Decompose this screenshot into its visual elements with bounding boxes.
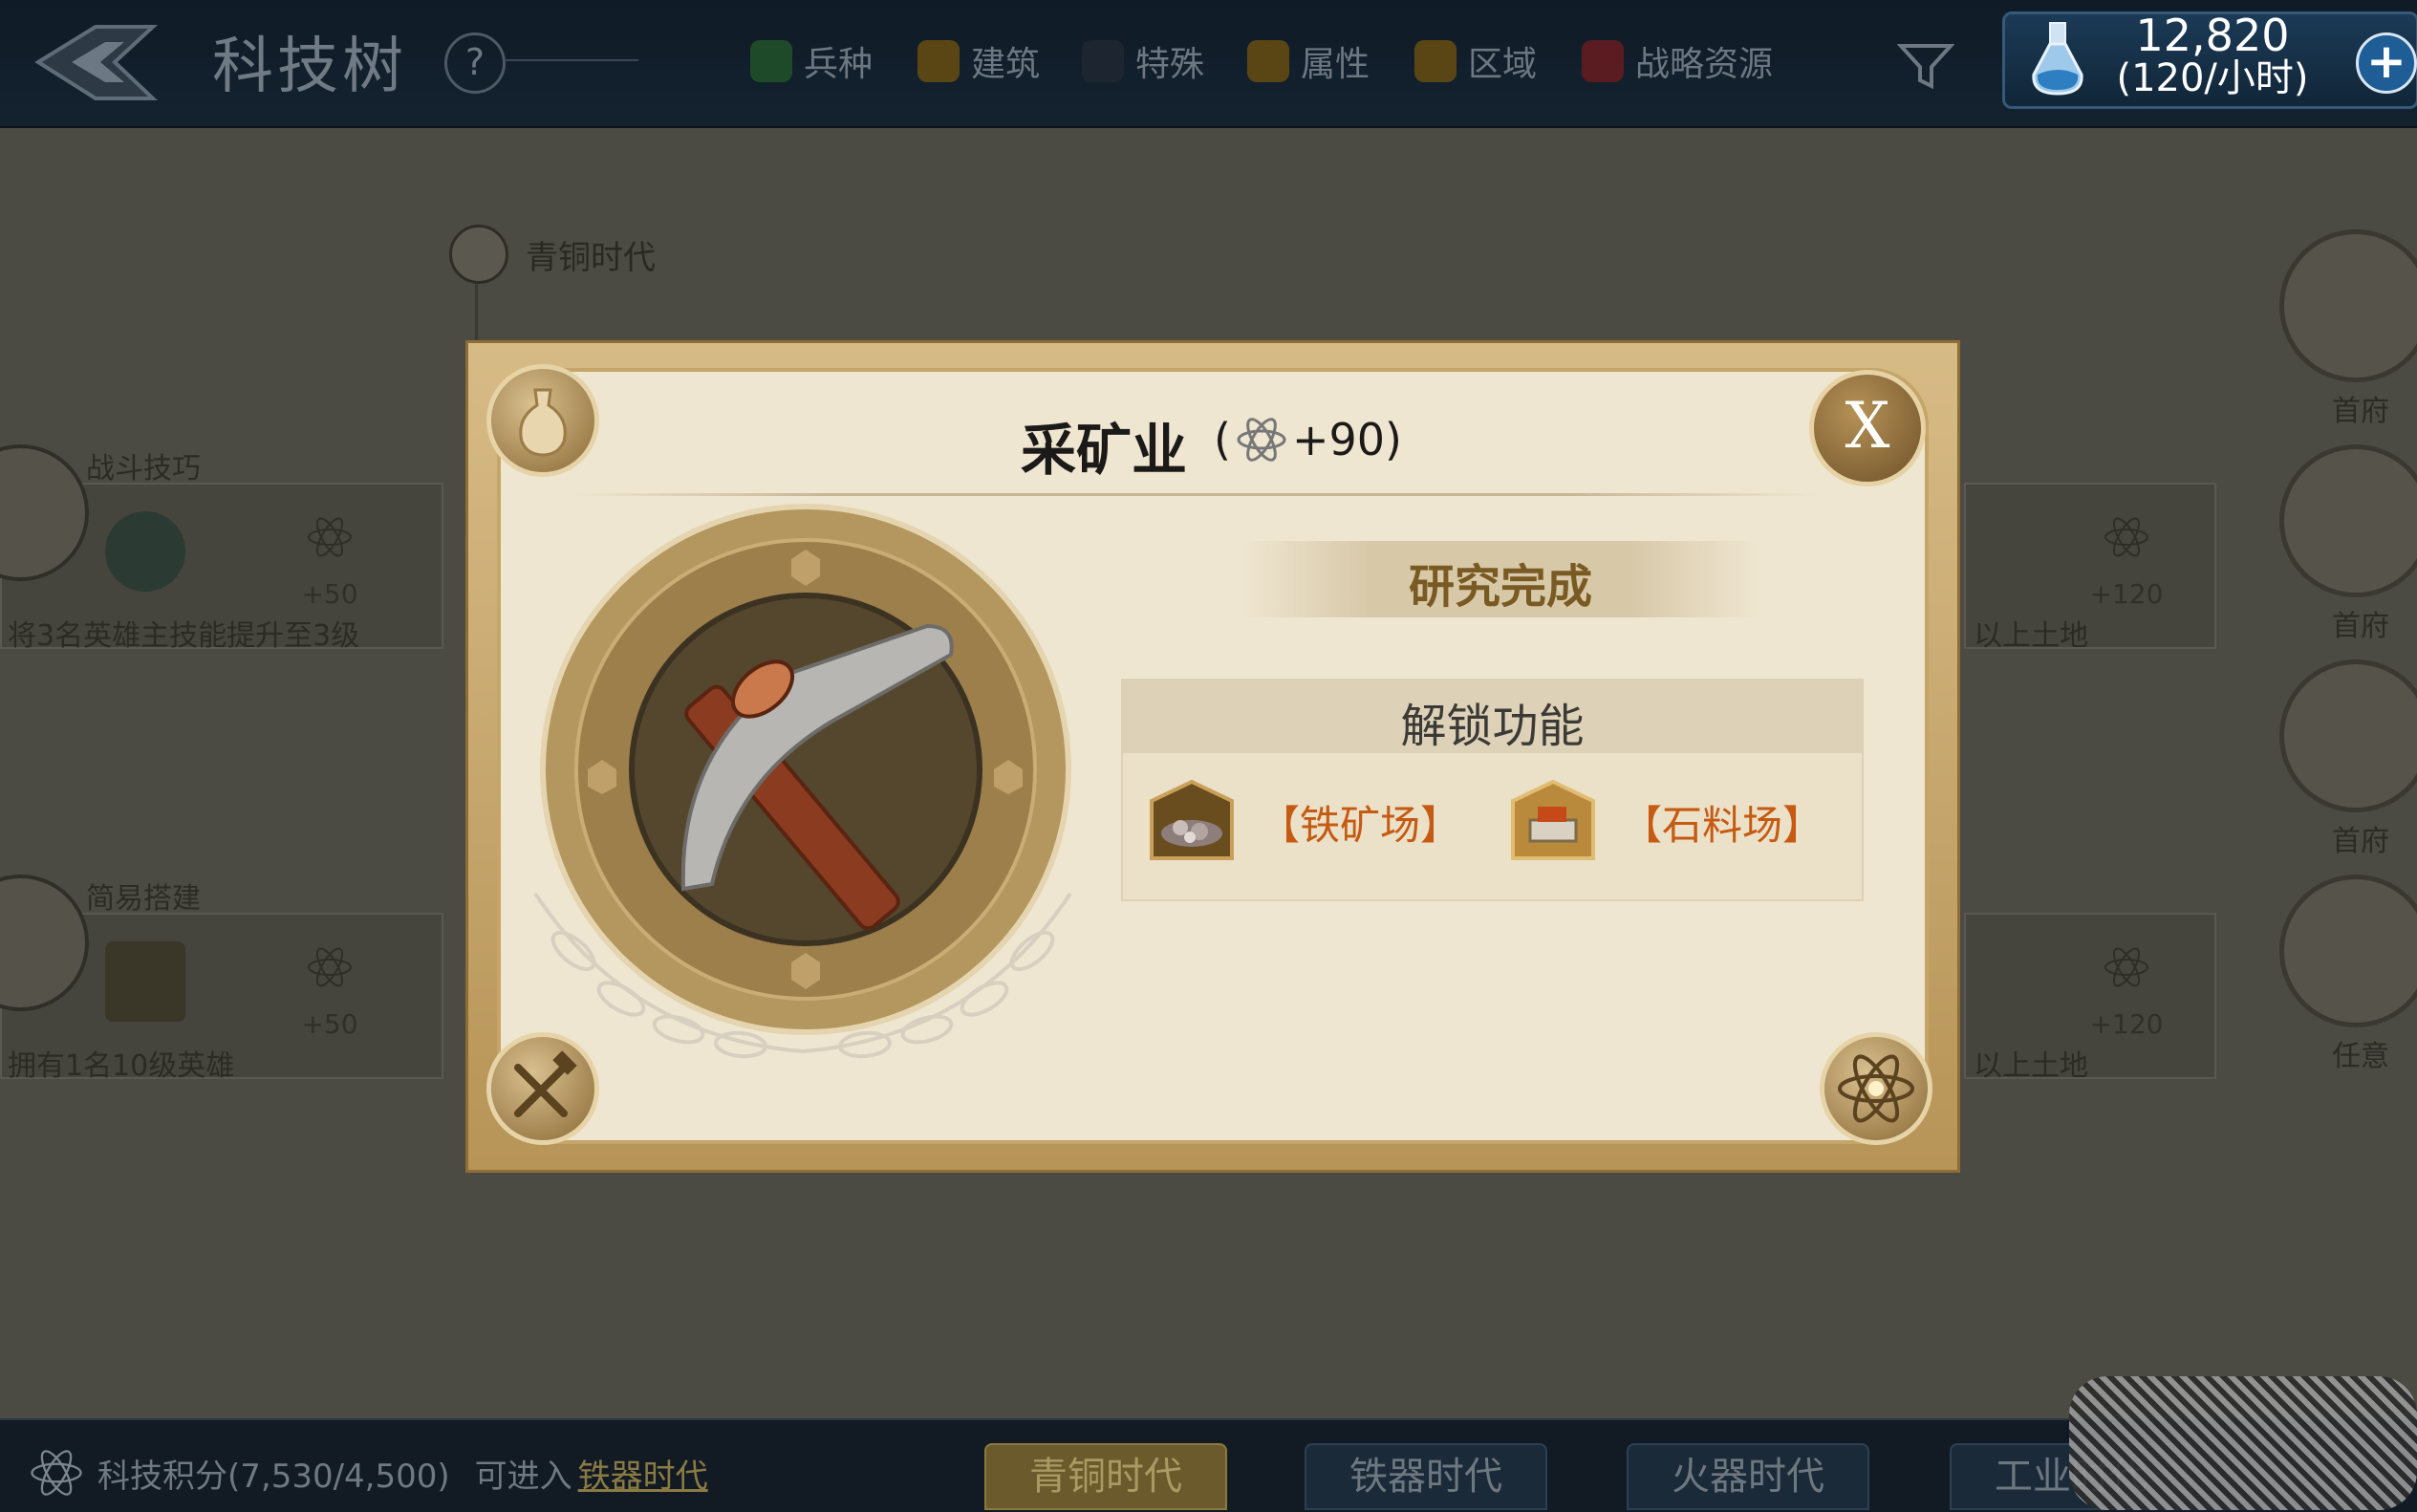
iron-mine-icon: [1150, 779, 1234, 860]
tech-points-bonus: ( +90): [1214, 413, 1402, 466]
atom-corner-icon: [1820, 1032, 1932, 1145]
atom-icon: [1237, 418, 1286, 462]
title-divider: [573, 493, 1816, 496]
bonus-open: (: [1214, 414, 1231, 465]
close-button[interactable]: X: [1809, 370, 1926, 486]
pickaxe-medal-icon: [533, 504, 1072, 1059]
unlock-stone-quarry[interactable]: 【石料场】: [1622, 793, 1823, 852]
unlock-title: 解锁功能: [1400, 700, 1585, 753]
unlock-iron-mine[interactable]: 【铁矿场】: [1260, 793, 1460, 852]
stone-quarry-icon: [1511, 779, 1595, 860]
bonus-value: +90): [1291, 414, 1402, 465]
tech-title: 采矿业: [1021, 418, 1188, 483]
research-status: 研究完成: [1408, 560, 1592, 614]
vase-corner-icon: [486, 364, 599, 477]
